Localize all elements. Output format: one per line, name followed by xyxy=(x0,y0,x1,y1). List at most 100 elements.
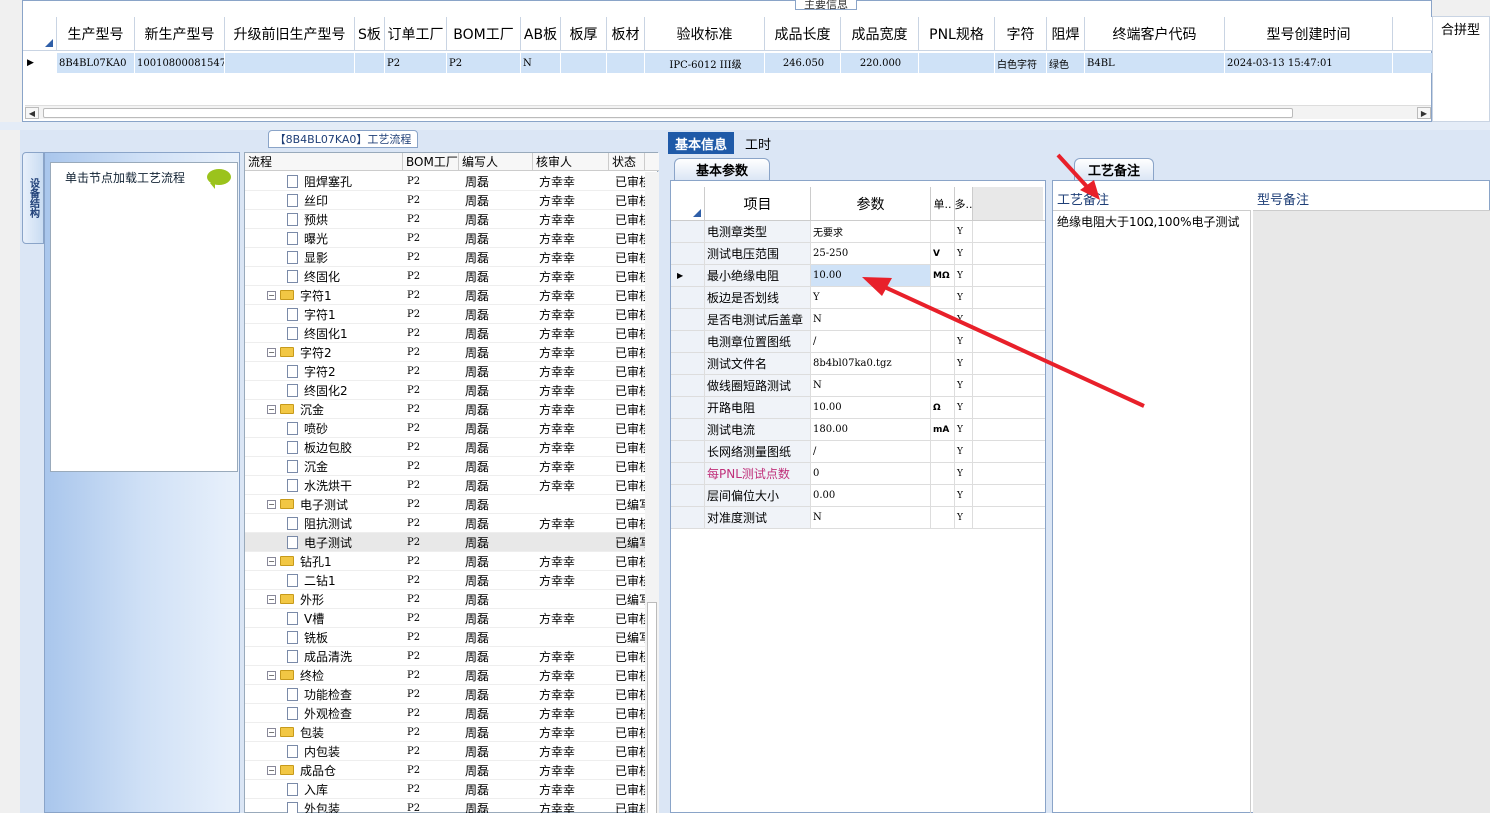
tree-row[interactable]: 二钻1 P2 周磊 方幸幸 已审核 xyxy=(245,571,645,590)
tree-row[interactable]: 字符2 P2 周磊 方幸幸 已审核 xyxy=(245,362,645,381)
column-header[interactable]: 成品宽度 xyxy=(841,17,919,50)
tree-node[interactable]: − 沉金 xyxy=(245,400,403,419)
collapse-icon[interactable]: − xyxy=(267,727,276,737)
tree-row[interactable]: − 钻孔1 P2 周磊 方幸幸 已审核 xyxy=(245,552,645,571)
table-cell[interactable]: P2 xyxy=(447,53,521,73)
table-row[interactable]: 测试电流 180.00 mA Y xyxy=(671,419,1045,441)
tab-work-hours[interactable]: 工时 xyxy=(738,132,778,154)
param-value[interactable]: 10.00 xyxy=(811,265,931,286)
tree-node[interactable]: 二钻1 xyxy=(245,571,403,590)
tree-node[interactable]: 成品清洗 xyxy=(245,647,403,666)
hint-box[interactable]: 单击节点加载工艺流程 xyxy=(50,162,238,472)
tree-node[interactable]: 字符2 xyxy=(245,362,403,381)
column-header[interactable]: PNL规格 xyxy=(919,17,995,50)
column-header[interactable]: 验收标准 xyxy=(645,17,765,50)
vertical-splitter[interactable] xyxy=(660,130,666,813)
tree-row[interactable]: 功能检查 P2 周磊 方幸幸 已审核 xyxy=(245,685,645,704)
model-note-area[interactable] xyxy=(1253,211,1490,813)
tree-node[interactable]: 显影 xyxy=(245,248,403,267)
table-cell[interactable]: N xyxy=(521,53,561,73)
collapse-icon[interactable]: − xyxy=(267,594,276,604)
column-header[interactable]: 成品长度 xyxy=(765,17,841,50)
tree-row[interactable]: 丝印 P2 周磊 方幸幸 已审核 xyxy=(245,191,645,210)
horizontal-scrollbar[interactable]: ◀ ▶ xyxy=(25,105,1431,119)
tab-basic-info[interactable]: 基本信息 xyxy=(668,132,734,154)
param-value[interactable]: 8b4bl07ka0.tgz xyxy=(811,353,931,374)
tree-node[interactable]: 终固化1 xyxy=(245,324,403,343)
tree-node[interactable]: − 包装 xyxy=(245,723,403,742)
tree-row[interactable]: 显影 P2 周磊 方幸幸 已审核 xyxy=(245,248,645,267)
tree-row[interactable]: 预烘 P2 周磊 方幸幸 已审核 xyxy=(245,210,645,229)
table-cell[interactable]: B4BL xyxy=(1085,53,1225,73)
table-cell[interactable]: P2 xyxy=(385,53,447,73)
tree-row[interactable]: − 沉金 P2 周磊 方幸幸 已审核 xyxy=(245,400,645,419)
tree-row[interactable]: 曝光 P2 周磊 方幸幸 已审核 xyxy=(245,229,645,248)
tree-node[interactable]: 外观检查 xyxy=(245,704,403,723)
table-cell[interactable]: 220.000 xyxy=(841,53,919,73)
tree-node[interactable]: 电子测试 xyxy=(245,533,403,552)
table-row[interactable]: 板边是否划线 Y Y xyxy=(671,287,1045,309)
param-value[interactable]: / xyxy=(811,441,931,462)
column-header[interactable]: 型号创建时间 xyxy=(1225,17,1393,50)
tree-node[interactable]: − 钻孔1 xyxy=(245,552,403,571)
tree-row[interactable]: − 成品仓 P2 周磊 方幸幸 已审核 xyxy=(245,761,645,780)
table-row[interactable]: 测试电压范围 25-250 V Y xyxy=(671,243,1045,265)
tree-row[interactable]: 板边包胶 P2 周磊 方幸幸 已审核 xyxy=(245,438,645,457)
tree-node[interactable]: − 字符2 xyxy=(245,343,403,362)
tree-node[interactable]: 板边包胶 xyxy=(245,438,403,457)
grid-corner-icon[interactable] xyxy=(671,187,705,220)
scrollbar-thumb[interactable] xyxy=(43,108,1293,118)
tree-node[interactable]: 水洗烘干 xyxy=(245,476,403,495)
column-header[interactable]: 多.. xyxy=(955,187,973,220)
tree-row[interactable]: 终固化2 P2 周磊 方幸幸 已审核 xyxy=(245,381,645,400)
param-value[interactable]: 0 xyxy=(811,463,931,484)
table-cell[interactable] xyxy=(919,53,995,73)
param-value[interactable]: Y xyxy=(811,287,931,308)
table-row[interactable]: 长网络测量图纸 / Y xyxy=(671,441,1045,463)
column-header[interactable]: 生产型号 xyxy=(57,17,135,50)
tree-row[interactable]: 水洗烘干 P2 周磊 方幸幸 已审核 xyxy=(245,476,645,495)
table-row[interactable]: 是否电测试后盖章 N Y xyxy=(671,309,1045,331)
tree-node[interactable]: 阻焊塞孔 xyxy=(245,172,403,191)
column-header[interactable]: 升级前旧生产型号 xyxy=(225,17,355,50)
tree-node[interactable]: 终固化 xyxy=(245,267,403,286)
tree-node[interactable]: 曝光 xyxy=(245,229,403,248)
tree-row[interactable]: − 外形 P2 周磊 已编写 xyxy=(245,590,645,609)
tree-row[interactable]: 内包装 P2 周磊 方幸幸 已审核 xyxy=(245,742,645,761)
scroll-right-icon[interactable]: ▶ xyxy=(1417,107,1431,119)
column-header[interactable]: 工艺备注 xyxy=(1053,187,1251,211)
tree-row[interactable]: 阻焊塞孔 P2 周磊 方幸幸 已审核 xyxy=(245,172,645,191)
tree-row[interactable]: 成品清洗 P2 周磊 方幸幸 已审核 xyxy=(245,647,645,666)
tree-node[interactable]: 阻抗测试 xyxy=(245,514,403,533)
tree-node[interactable]: − 成品仓 xyxy=(245,761,403,780)
tree-node[interactable]: − 字符1 xyxy=(245,286,403,305)
column-header[interactable]: AB板 xyxy=(521,17,561,50)
table-row[interactable]: 做线圈短路测试 N Y xyxy=(671,375,1045,397)
tree-node[interactable]: 入库 xyxy=(245,780,403,799)
tree-row[interactable]: − 字符2 P2 周磊 方幸幸 已审核 xyxy=(245,343,645,362)
vertical-scrollbar[interactable] xyxy=(645,172,659,813)
column-header[interactable]: 单.. xyxy=(931,187,955,220)
tree-row[interactable]: 电子测试 P2 周磊 已编写 xyxy=(245,533,645,552)
column-header[interactable]: S板 xyxy=(355,17,385,50)
column-header[interactable]: 板厚 xyxy=(561,17,607,50)
tree-node[interactable]: 功能检查 xyxy=(245,685,403,704)
column-header[interactable]: 状态 xyxy=(609,153,645,170)
column-header[interactable]: 项目 xyxy=(705,187,811,220)
tree-node[interactable]: 丝印 xyxy=(245,191,403,210)
tree-row[interactable]: 阻抗测试 P2 周磊 方幸幸 已审核 xyxy=(245,514,645,533)
param-value[interactable]: N xyxy=(811,507,931,528)
column-header[interactable]: 型号备注 xyxy=(1253,187,1490,211)
column-header[interactable]: 阻焊 xyxy=(1047,17,1085,50)
tree-node[interactable]: − 电子测试 xyxy=(245,495,403,514)
tree-row[interactable]: 入库 P2 周磊 方幸幸 已审核 xyxy=(245,780,645,799)
column-header[interactable]: 流程 xyxy=(245,153,403,170)
tree-row[interactable]: 终固化1 P2 周磊 方幸幸 已审核 xyxy=(245,324,645,343)
collapse-icon[interactable]: − xyxy=(267,670,276,680)
tab-process-notes[interactable]: 工艺备注 xyxy=(1074,158,1154,180)
column-header[interactable]: 终端客户代码 xyxy=(1085,17,1225,50)
column-header[interactable]: 订单工厂 xyxy=(385,17,447,50)
table-row[interactable]: 电测章位置图纸 / Y xyxy=(671,331,1045,353)
tree-row[interactable]: 终固化 P2 周磊 方幸幸 已审核 xyxy=(245,267,645,286)
tree-row[interactable]: − 包装 P2 周磊 方幸幸 已审核 xyxy=(245,723,645,742)
